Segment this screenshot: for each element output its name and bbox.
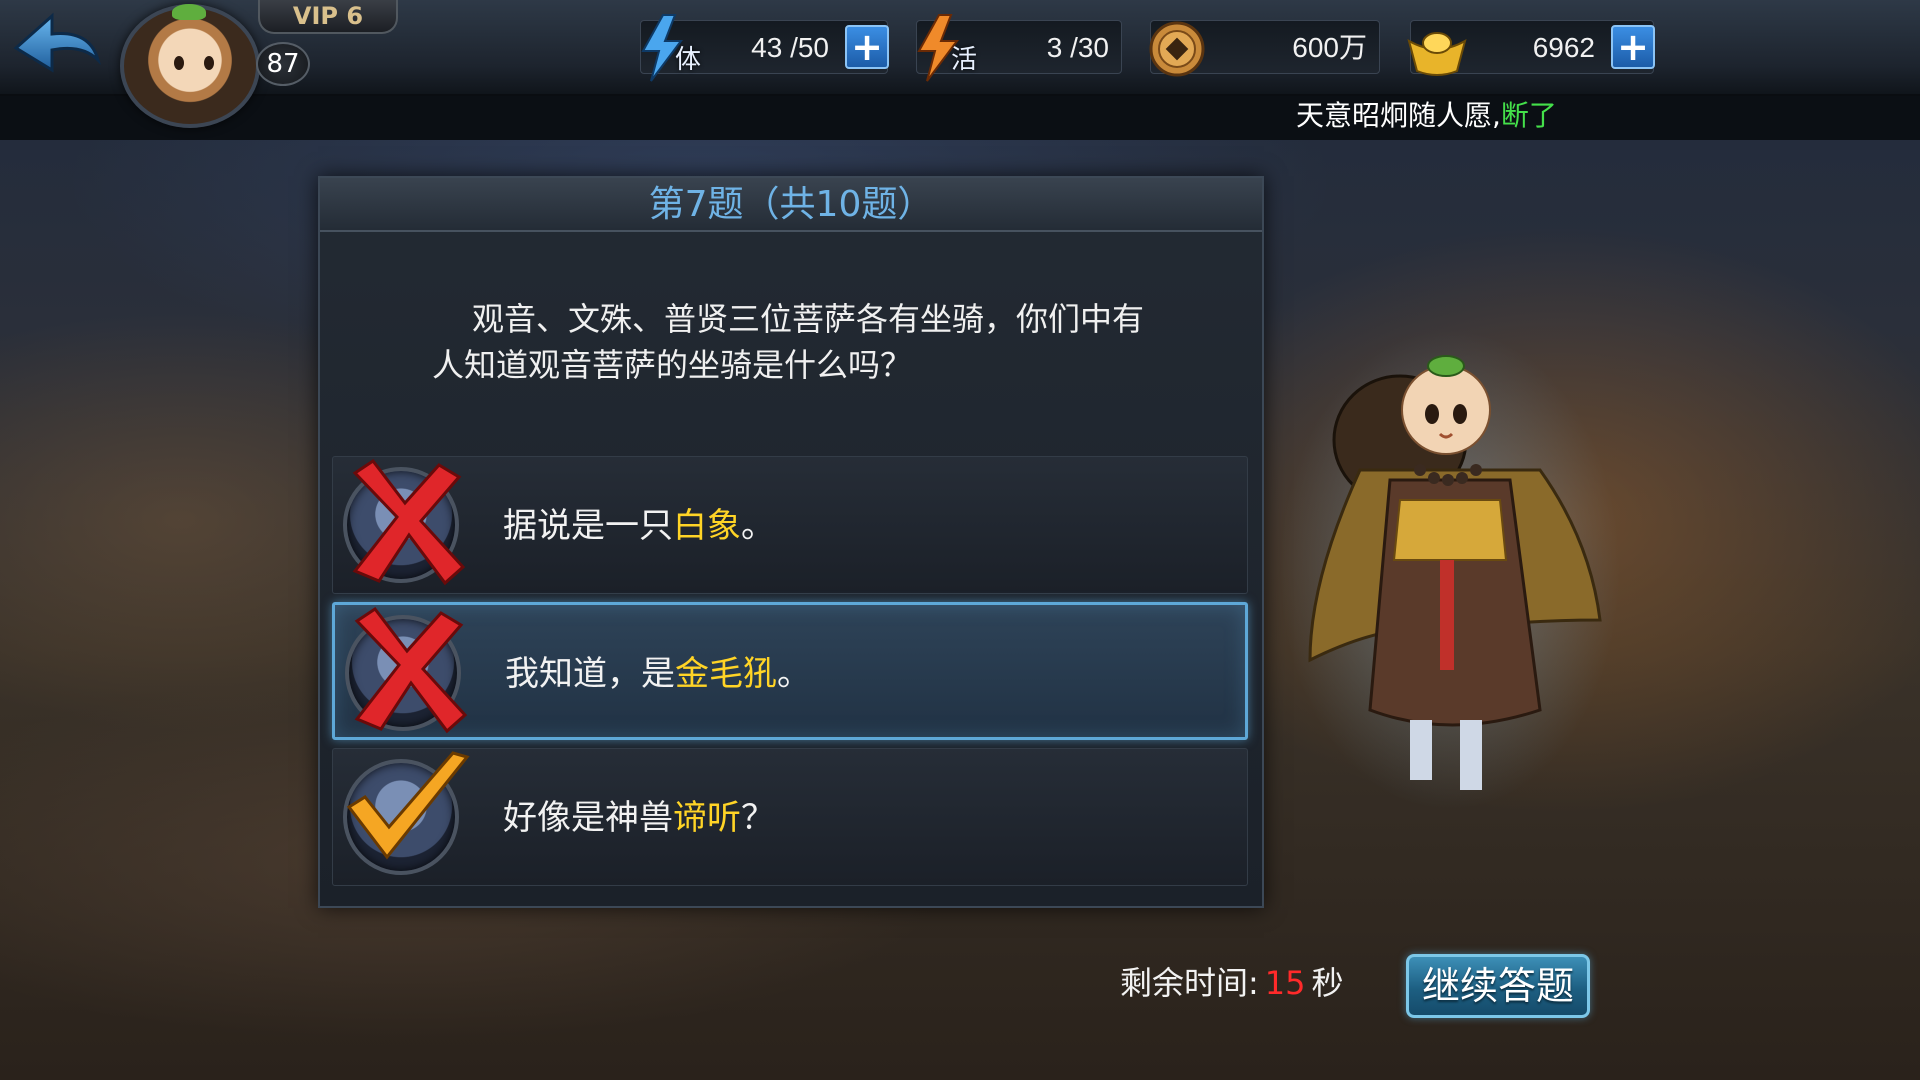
- activity-counter: 活 3 /30: [916, 14, 1122, 82]
- marquee-bar: [0, 96, 1920, 140]
- coin-counter: 600万: [1149, 20, 1380, 77]
- answer-option-3[interactable]: 好像是神兽谛听？: [332, 748, 1248, 886]
- stamina-glyph: 体: [675, 45, 702, 75]
- gold-counter: 6962 +: [1407, 20, 1655, 76]
- continue-quiz-button[interactable]: 继续答题: [1406, 954, 1590, 1018]
- timer-unit: 秒: [1311, 964, 1344, 1002]
- option-text: 好像是神兽谛听？: [503, 798, 775, 838]
- stamina-value: 43 /50: [751, 32, 829, 63]
- option-text: 据说是一只白象。: [503, 506, 775, 546]
- marquee-highlight: 断了: [1500, 99, 1557, 132]
- monk-character-illustration: [1280, 330, 1620, 810]
- announcement-marquee: 天意昭炯随人愿,断了: [1296, 96, 1557, 136]
- wrong-x-icon: [354, 606, 468, 734]
- gold-value: 6962: [1532, 32, 1595, 63]
- answer-option-1[interactable]: 据说是一只白象。: [332, 456, 1248, 594]
- countdown-timer: 剩余时间: 15 秒: [1120, 958, 1344, 1008]
- back-arrow-icon: [13, 12, 101, 73]
- activity-glyph: 活: [951, 45, 978, 75]
- quiz-panel: 第7题（共10题） 观音、文殊、普贤三位菩萨各有坐骑，你们中有人知道观音菩萨的坐…: [318, 176, 1264, 908]
- activity-value: 3 /30: [1046, 32, 1109, 63]
- quiz-progress-title: 第7题（共10题）: [320, 178, 1262, 232]
- stamina-counter: 体 43 /50 +: [640, 14, 889, 82]
- quiz-question: 观音、文殊、普贤三位菩萨各有坐骑，你们中有人知道观音菩萨的坐骑是什么吗？: [432, 300, 1145, 384]
- marquee-text: 天意昭炯随人愿,: [1296, 99, 1501, 132]
- vip-badge[interactable]: VIP 6: [258, 0, 398, 34]
- avatar-eye: [204, 56, 214, 70]
- correct-check-icon: [346, 751, 470, 860]
- wrong-x-icon: [352, 458, 466, 586]
- timer-label: 剩余时间:: [1120, 964, 1259, 1002]
- answer-option-2[interactable]: 我知道，是金毛犼。: [332, 602, 1248, 740]
- player-avatar[interactable]: [120, 4, 260, 128]
- gold-ingot-icon: [1403, 13, 1469, 83]
- avatar-eye: [174, 56, 184, 70]
- timer-value: 15: [1264, 964, 1306, 1002]
- option-text: 我知道，是金毛犼。: [505, 654, 811, 694]
- player-level: 87: [256, 42, 310, 86]
- copper-coin-icon: [1143, 13, 1209, 83]
- back-button[interactable]: [12, 8, 104, 86]
- add-gold-button[interactable]: +: [1611, 25, 1655, 69]
- coin-value: 600万: [1292, 32, 1367, 63]
- add-stamina-button[interactable]: +: [845, 25, 889, 69]
- avatar-frog-hat: [172, 4, 206, 20]
